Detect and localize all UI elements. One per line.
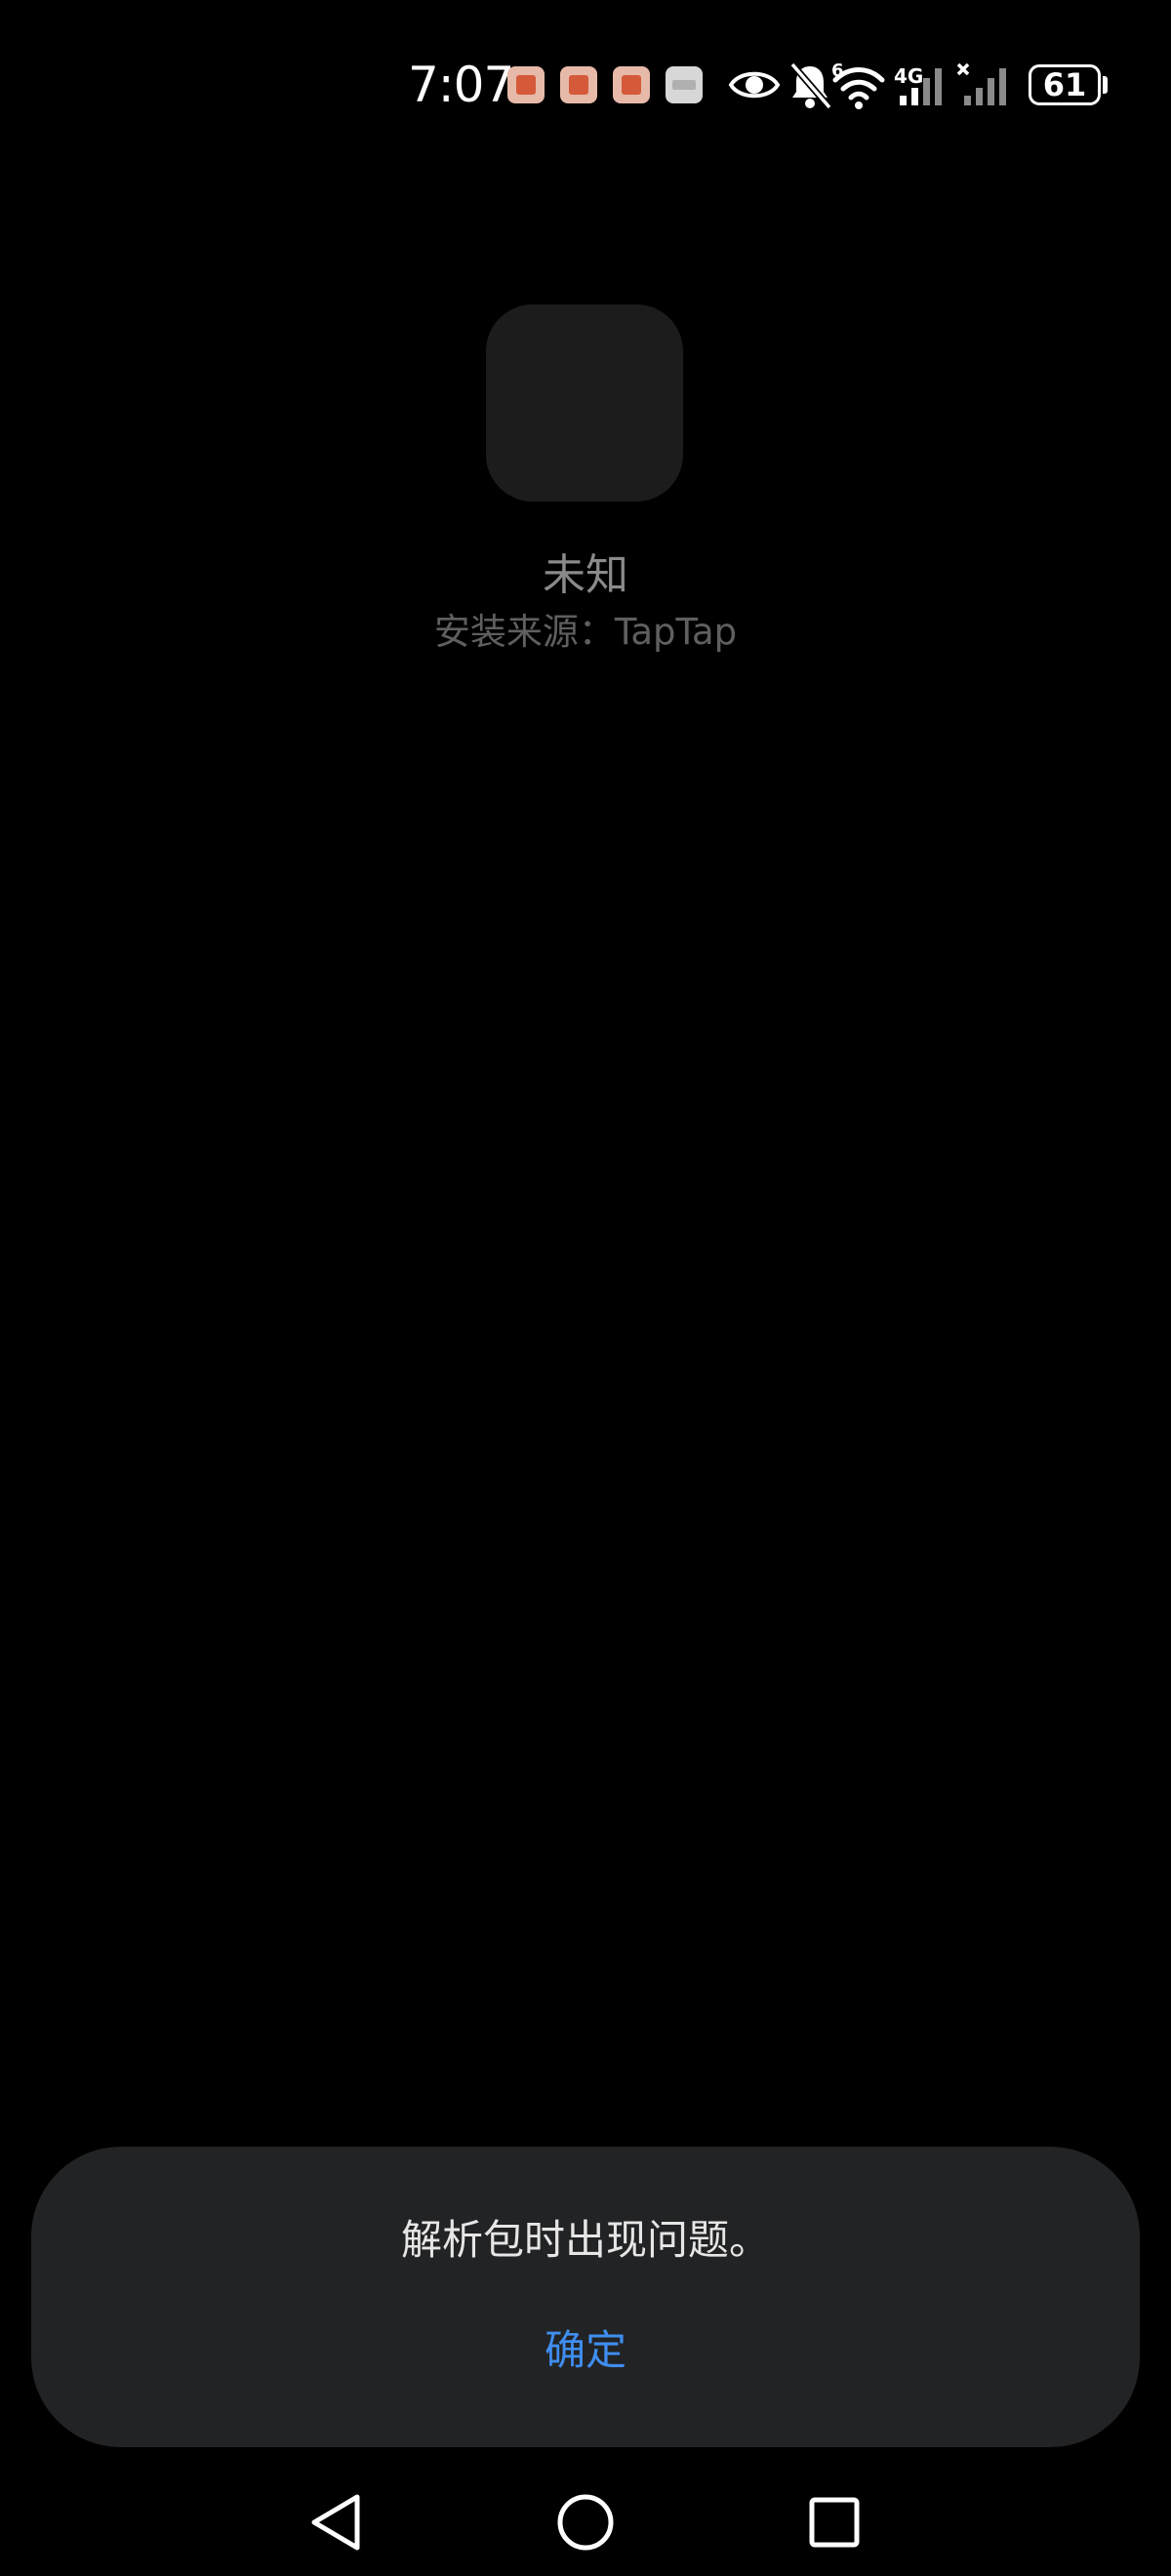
book-notification-icon: [613, 66, 650, 103]
app-icon-placeholder: [486, 304, 683, 502]
battery-tip: [1103, 76, 1108, 94]
bell-muted-icon: [789, 61, 832, 110]
cellular-signal-no-service-icon: [956, 62, 1006, 105]
error-dialog: 解析包时出现问题。 确定: [31, 2147, 1140, 2447]
navigation-bar: [0, 2469, 1171, 2576]
wifi-label: 6: [831, 60, 844, 81]
back-icon[interactable]: [283, 2469, 390, 2576]
install-source: 安装来源：TapTap: [433, 611, 738, 653]
dialog-message: 解析包时出现问题。: [400, 2216, 770, 2264]
recents-icon[interactable]: [781, 2469, 888, 2576]
home-icon[interactable]: [532, 2469, 639, 2576]
status-time: 7:07: [408, 57, 514, 113]
cellular-signal-icon: [900, 68, 942, 105]
book-notification-icon: [560, 66, 597, 103]
status-bar: 7:07 6 4G 61: [0, 0, 1171, 172]
confirm-button[interactable]: 确定: [488, 2316, 683, 2385]
book-notification-icon: [507, 66, 545, 103]
app-name: 未知: [543, 550, 628, 600]
battery-icon: 61: [1029, 64, 1101, 105]
huawei-store-notification-icon: [666, 66, 703, 103]
eye-icon: [728, 71, 781, 99]
battery-level: 61: [1042, 66, 1087, 103]
